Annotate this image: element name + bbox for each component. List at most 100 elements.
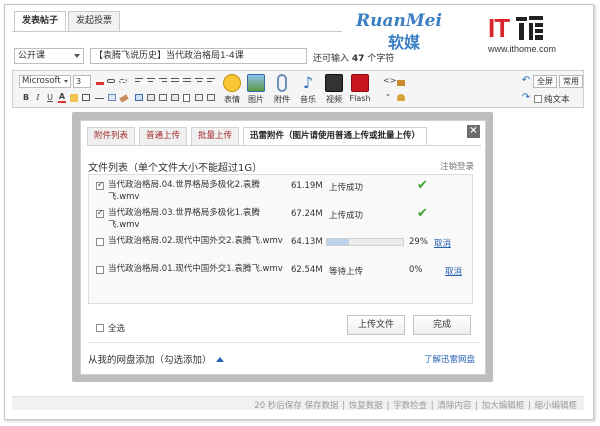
eraser-icon[interactable] [119,93,129,103]
check-icon: ✔ [417,206,428,221]
indent-icon[interactable] [194,76,204,86]
dialog-tabs: 附件列表 普通上传 批量上传 迅雷附件（图片请使用普通上传或批量上传） [87,127,431,146]
tab-new-poll[interactable]: 发起投票 [68,11,121,31]
chevron-down-icon [74,54,80,58]
ithome-logo-glyph-icon [516,16,544,40]
file-size: 61.19M [291,181,323,191]
italic-icon[interactable]: I [33,93,43,103]
dialog-divider [88,342,480,343]
file-checkbox[interactable] [96,266,104,274]
free-icon[interactable] [146,93,156,103]
chevron-up-icon [215,357,224,362]
cancel-upload-link[interactable]: 取消 [434,237,451,249]
font-color-icon[interactable] [95,76,105,86]
code-icon[interactable] [170,93,180,103]
outdent-icon[interactable] [206,76,216,86]
special-char-icon[interactable] [206,93,216,103]
upload-file-button[interactable]: 上传文件 [347,315,405,335]
source-code-icon[interactable]: <> [383,76,396,86]
horizontal-rule-icon[interactable] [95,93,105,103]
ruanmei-logo-cn: 软媒 [388,33,421,52]
quote-icon[interactable] [107,93,117,103]
select-all-checkbox[interactable] [96,324,104,332]
upload-progress-fill [327,239,350,245]
lock-icon[interactable] [396,76,406,86]
done-button[interactable]: 完成 [413,315,471,335]
file-status: 上传成功 [329,211,364,221]
align-left-icon[interactable] [134,76,144,86]
plain-text-toggle[interactable]: 纯文本 [534,93,570,105]
ithome-logo: IT www.ithome.com [488,14,588,62]
text-color-icon[interactable]: A [57,93,67,103]
tab-batch-upload[interactable]: 批量上传 [191,127,240,145]
video-tool[interactable]: 视频 [321,74,347,105]
file-checkbox[interactable] [96,208,104,218]
statusbar-items: 20 秒后保存 保存数据 | 恢复数据 | 字数检查 | 清除内容 | 加大编辑… [254,401,577,411]
bold-icon[interactable]: B [21,93,31,103]
ithome-url: www.ithome.com [488,44,557,54]
learn-xunlei-link[interactable]: 了解迅雷网盘 [424,353,475,365]
fullscreen-button[interactable]: 全屏 [533,75,557,88]
ithome-logo-mark: IT [488,13,510,43]
align-right-icon[interactable] [158,76,168,86]
file-name: 当代政治格局.04.世界格局多极化2.袁腾飞.wmv [108,180,260,202]
char-count: 47 [351,54,365,64]
cloud-add-toggle[interactable]: 从我的网盘添加（勾选添加） [88,352,224,366]
redo-icon[interactable]: ↷ [521,93,531,103]
list-icon[interactable] [170,76,180,86]
quote-mark-icon[interactable]: “ [383,93,393,103]
file-size: 64.13M [291,237,323,247]
cancel-upload-link[interactable]: 取消 [445,265,462,277]
upload-dialog: 附件列表 普通上传 批量上传 迅雷附件（图片请使用普通上传或批量上传） × 文件… [80,120,486,375]
bell-icon[interactable] [396,93,406,103]
post-type-tabs: 发表帖子 发起投票 [14,11,122,31]
autosave-status[interactable]: 20 秒后保存 保存数据 [254,401,338,411]
select-all[interactable]: 全选 [96,322,125,334]
unlink-icon[interactable] [119,76,129,86]
ordered-list-icon[interactable] [182,76,192,86]
video-icon [325,74,343,92]
common-button[interactable]: 常用 [559,75,583,88]
smiley-tool[interactable]: 表情 [219,74,245,105]
attachment-tool[interactable]: 附件 [269,74,295,105]
plain-text-checkbox[interactable] [534,95,542,103]
file-checkbox[interactable] [96,238,104,246]
chevron-down-icon [64,80,68,83]
highlight-icon[interactable] [69,93,79,103]
tab-normal-upload[interactable]: 普通上传 [139,127,188,145]
font-family-select[interactable]: Microsoft [19,75,71,88]
tab-xunlei-attachment[interactable]: 迅雷附件（图片请使用普通上传或批量上传） [243,127,428,146]
image-tool[interactable]: 图片 [243,74,269,105]
table-icon[interactable] [81,93,91,103]
check-icon: ✔ [417,178,428,193]
font-size-select[interactable]: 3 [73,75,91,88]
word-check-link[interactable]: 字数检查 [393,401,427,411]
link-icon[interactable] [107,76,117,86]
upload-percent: 29% [409,237,428,247]
flash-icon [351,74,369,92]
attachment-icon [277,74,287,92]
underline-icon[interactable]: U [45,93,55,103]
file-list-title: 文件列表（单个文件大小不能超过1G） [88,163,263,174]
close-icon[interactable]: × [467,125,480,138]
title-input[interactable]: 【袁腾飞说历史】当代政治格局1-4课 [90,48,307,64]
image-small-icon[interactable] [134,93,144,103]
file-checkbox[interactable] [96,180,104,190]
flash-tool[interactable]: Flash [347,74,373,103]
music-tool[interactable]: ♪ 音乐 [295,74,321,105]
logout-link[interactable]: 注销登录 [440,160,474,172]
page-icon[interactable] [182,93,192,103]
undo-icon[interactable]: ↶ [521,76,531,86]
file-name: 当代政治格局.01.现代中国外交1.袁腾飞.wmv [108,264,283,274]
shrink-editor-link[interactable]: 缩小编辑框 [534,401,577,411]
align-center-icon[interactable] [146,76,156,86]
tab-new-post[interactable]: 发表帖子 [14,11,67,31]
columns-icon[interactable] [194,93,204,103]
tab-attachment-list[interactable]: 附件列表 [87,127,136,145]
category-select[interactable]: 公开课 [14,48,84,64]
enlarge-editor-link[interactable]: 加大编辑框 [482,401,525,411]
clear-content-link[interactable]: 清除内容 [437,401,471,411]
list-item: 当代政治格局.03.世界格局多极化1.袁腾飞.wmv 67.24M 上传成功 ✔ [89,205,472,231]
restore-data-link[interactable]: 恢复数据 [349,401,383,411]
hide-icon[interactable] [158,93,168,103]
